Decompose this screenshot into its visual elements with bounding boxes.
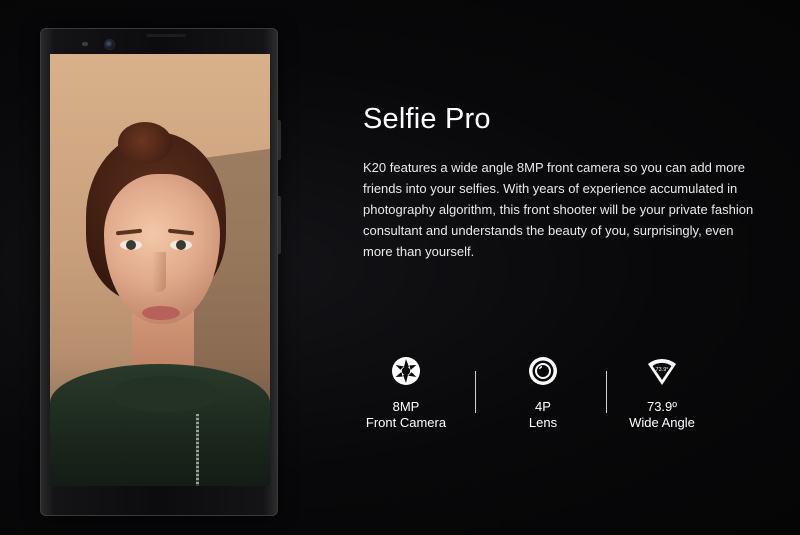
phone-image bbox=[40, 28, 281, 516]
power-button bbox=[278, 196, 281, 254]
spec-wide-angle: 73.9° 73.9º Wide Angle bbox=[602, 355, 722, 431]
spec-divider bbox=[475, 371, 476, 413]
spec-lens: 4P Lens bbox=[483, 355, 603, 431]
camera-specs: 8MP Front Camera 4P Lens 73.9° 73.9º Wid… bbox=[340, 355, 740, 435]
section-title: Selfie Pro bbox=[363, 103, 491, 135]
product-feature-page: Selfie Pro K20 features a wide angle 8MP… bbox=[0, 0, 800, 535]
spec-front-camera: 8MP Front Camera bbox=[346, 355, 466, 431]
spec-label: Lens bbox=[528, 415, 558, 430]
lips bbox=[142, 306, 180, 320]
phone-screen-selfie-photo bbox=[50, 54, 270, 486]
spec-label: Wide Angle bbox=[629, 415, 695, 430]
aperture-icon bbox=[392, 357, 420, 385]
earpiece-speaker bbox=[146, 34, 186, 37]
spec-value: 4P bbox=[535, 399, 551, 414]
jacket-collar bbox=[110, 376, 220, 412]
sensor-dot bbox=[82, 42, 88, 46]
right-eye bbox=[170, 240, 192, 250]
nose bbox=[152, 252, 166, 292]
hair-bun bbox=[118, 122, 172, 164]
lens-icon bbox=[529, 357, 557, 385]
wide-angle-icon: 73.9° bbox=[648, 358, 676, 385]
spec-label: Front Camera bbox=[365, 415, 447, 430]
front-camera-lens bbox=[104, 39, 115, 50]
phone-top-bezel bbox=[46, 32, 272, 52]
wide-angle-icon-label: 73.9° bbox=[656, 367, 669, 373]
section-description: K20 features a wide angle 8MP front came… bbox=[363, 160, 754, 259]
jacket-zipper bbox=[196, 414, 199, 486]
spec-value: 73.9º bbox=[646, 399, 678, 414]
spec-value: 8MP bbox=[392, 399, 420, 414]
volume-button bbox=[278, 120, 281, 160]
left-eye bbox=[120, 240, 142, 250]
